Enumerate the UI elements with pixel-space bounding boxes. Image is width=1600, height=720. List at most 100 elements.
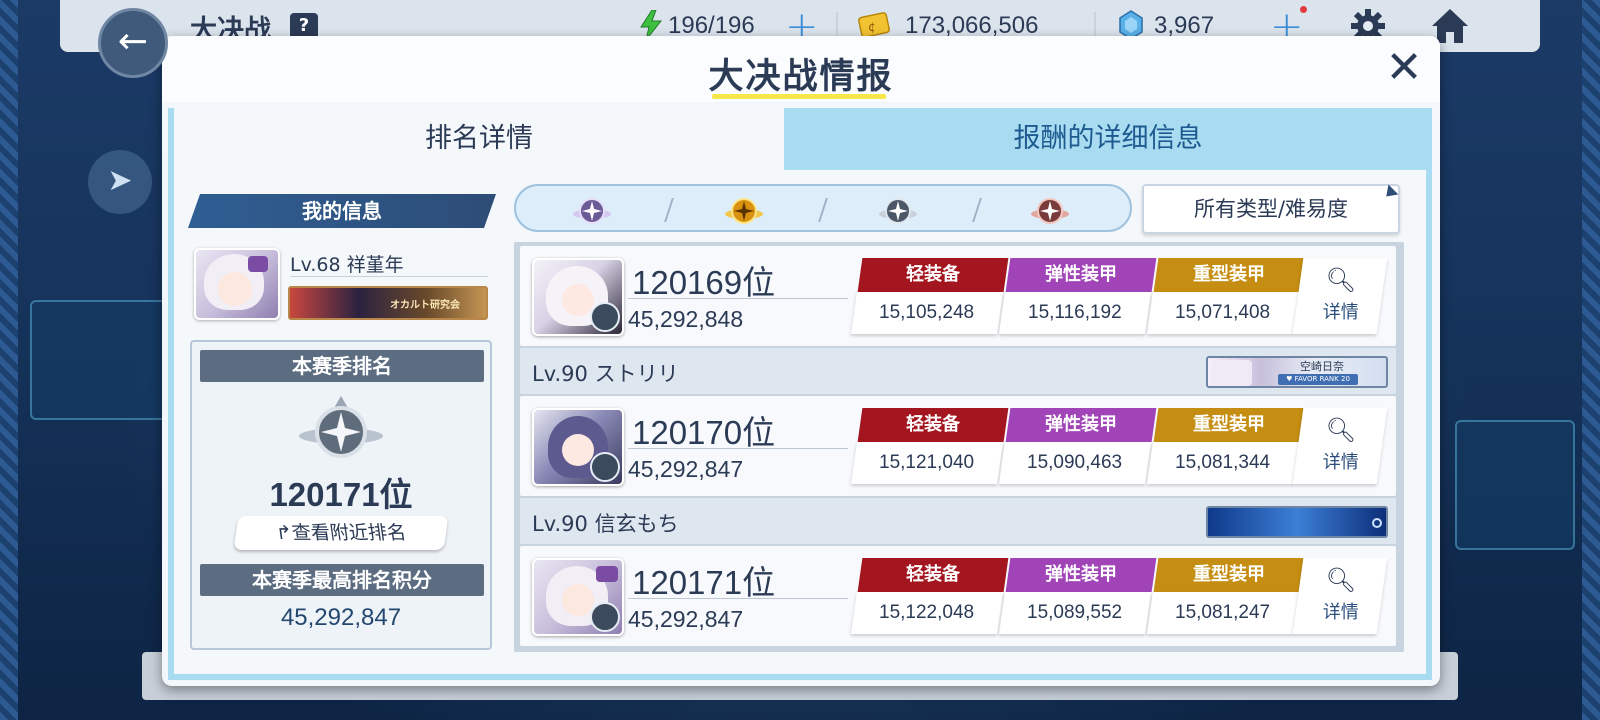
elastic-armor-tag: 弹性装甲 <box>1005 408 1157 442</box>
background-stripe <box>0 0 18 720</box>
light-armor-score: 轻装备 15,121,040 <box>851 408 1009 484</box>
platinum-emblem-icon[interactable] <box>572 192 612 228</box>
favor-banner: 空崎日奈 ♥ FAVOR RANK 20 <box>1206 356 1388 388</box>
dropdown-arrow-icon <box>1381 184 1399 202</box>
detail-label: 详情 <box>1322 452 1359 473</box>
rank-position: 120169位 <box>632 264 776 301</box>
detail-button[interactable]: 🔍︎ 详情 <box>1292 558 1388 634</box>
light-armor-score: 轻装备 15,105,248 <box>851 258 1009 334</box>
divider <box>818 198 828 222</box>
detail-label: 详情 <box>1322 602 1359 623</box>
dialog-header: 大决战情报 ✕ <box>162 36 1440 102</box>
search-icon: 🔍︎ <box>1325 566 1356 594</box>
light-armor-tag: 轻装备 <box>857 258 1009 292</box>
heavy-armor-score: 重型装甲 15,081,247 <box>1147 558 1305 634</box>
ranking-card: 120169位 45,292,848 轻装备 15,105,248 弹性装甲 1… <box>520 246 1396 346</box>
elastic-armor-value: 15,090,463 <box>999 442 1151 484</box>
avatar[interactable] <box>532 408 624 486</box>
banner-character-name: 空崎日奈 <box>1300 360 1344 373</box>
player-level-name: Lv.90 ストリリ <box>532 362 679 386</box>
light-armor-score: 轻装备 15,122,048 <box>851 558 1009 634</box>
avatar-face <box>218 272 252 306</box>
gold-emblem-icon[interactable] <box>724 192 764 228</box>
divider <box>628 448 848 449</box>
tab-ranking-details[interactable]: 排名详情 <box>174 108 784 170</box>
nearby-button-label: 查看附近排名 <box>290 522 408 544</box>
light-armor-value: 15,122,048 <box>851 592 1003 634</box>
heavy-armor-tag: 重型装甲 <box>1153 258 1305 292</box>
rank-score: 45,292,848 <box>628 306 744 332</box>
ranking-panel: 我的信息 Lv.68 祥堇年 オカルト研究会 本赛季排名 120171位 ↱查看… <box>174 170 1426 674</box>
svg-text:¢: ¢ <box>868 20 876 34</box>
send-icon[interactable]: ➤ <box>88 150 152 214</box>
avatar[interactable] <box>532 258 624 336</box>
detail-button[interactable]: 🔍︎ 详情 <box>1292 408 1388 484</box>
title-underline <box>712 94 886 99</box>
background-stripe <box>1582 0 1600 720</box>
player-info-row: Lv.90 信玄もち <box>520 498 1396 544</box>
elastic-armor-tag: 弹性装甲 <box>1005 258 1157 292</box>
tab-reward-details[interactable]: 报酬的详细信息 <box>784 108 1432 170</box>
detail-button[interactable]: 🔍︎ 详情 <box>1292 258 1388 334</box>
elastic-armor-value: 15,089,552 <box>999 592 1151 634</box>
banner-emblem-icon <box>1372 518 1382 528</box>
divider <box>628 598 848 599</box>
divider <box>664 198 674 222</box>
heavy-armor-score: 重型装甲 15,071,408 <box>1147 258 1305 334</box>
ranking-card: 120171位 45,292,847 轻装备 15,122,048 弹性装甲 1… <box>520 546 1396 646</box>
player-info-row: Lv.90 ストリリ 空崎日奈 ♥ FAVOR RANK 20 <box>520 348 1396 394</box>
player-level-name: Lv.90 信玄もち <box>532 512 679 536</box>
emblem-badge-icon <box>590 452 620 482</box>
rank-tier-filter <box>514 184 1132 232</box>
season-rank-box: 本赛季排名 120171位 ↱ 查看附近排名 本赛季最高排名积分 45,292,… <box>190 340 492 650</box>
detail-label: 详情 <box>1322 302 1359 323</box>
light-armor-tag: 轻装备 <box>857 558 1009 592</box>
emblem-badge-icon <box>590 602 620 632</box>
avatar-face <box>562 584 594 616</box>
back-button[interactable]: ← <box>98 8 168 78</box>
avatar-accessory <box>596 566 618 582</box>
search-icon: 🔍︎ <box>1325 266 1356 294</box>
avatar[interactable] <box>194 248 280 320</box>
view-nearby-ranking-button[interactable]: ↱ 查看附近排名 <box>233 516 449 550</box>
dialog-body: 排名详情 报酬的详细信息 我的信息 Lv.68 祥堇年 オカルト研究会 本赛季排… <box>168 108 1432 680</box>
light-armor-value: 15,105,248 <box>851 292 1003 334</box>
season-rank-value: 120171位 <box>269 476 413 513</box>
notification-dot <box>1300 6 1307 13</box>
background-console <box>1455 420 1575 550</box>
my-info-header: 我的信息 <box>188 194 496 228</box>
divider <box>972 198 982 222</box>
light-armor-tag: 轻装备 <box>857 408 1009 442</box>
elastic-armor-score: 弹性装甲 15,089,552 <box>999 558 1157 634</box>
profile-banner <box>1206 506 1388 538</box>
silver-emblem-icon[interactable] <box>878 192 918 228</box>
avatar[interactable] <box>532 558 624 636</box>
rank-position: 120170位 <box>632 414 776 451</box>
heavy-armor-score: 重型装甲 15,081,344 <box>1147 408 1305 484</box>
favor-rank-label: ♥ FAVOR RANK 20 <box>1278 374 1358 385</box>
rank-score: 45,292,847 <box>628 456 744 482</box>
type-difficulty-dropdown[interactable]: 所有类型/难易度 <box>1142 184 1400 234</box>
my-level-name: Lv.68 祥堇年 <box>290 254 404 276</box>
avatar-face <box>562 284 594 316</box>
best-score-label: 本赛季最高排名积分 <box>200 564 484 596</box>
heavy-armor-value: 15,081,344 <box>1147 442 1299 484</box>
elastic-armor-score: 弹性装甲 15,090,463 <box>999 408 1157 484</box>
heavy-armor-tag: 重型装甲 <box>1153 558 1305 592</box>
close-button[interactable]: ✕ <box>1382 46 1426 92</box>
elastic-armor-tag: 弹性装甲 <box>1005 558 1157 592</box>
divider <box>628 298 848 299</box>
divider <box>290 276 488 277</box>
banner-character <box>1212 360 1252 386</box>
search-icon: 🔍︎ <box>1325 416 1356 444</box>
banner-text: オカルト研究会 <box>390 300 460 311</box>
dialog-title: 大决战情报 <box>708 57 894 97</box>
elastic-armor-score: 弹性装甲 15,116,192 <box>999 258 1157 334</box>
bronze-emblem-icon[interactable] <box>1030 192 1070 228</box>
background-console <box>30 300 170 420</box>
ranking-card: 120170位 45,292,847 轻装备 15,121,040 弹性装甲 1… <box>520 396 1396 496</box>
ranking-list[interactable]: 120169位 45,292,848 轻装备 15,105,248 弹性装甲 1… <box>514 242 1404 652</box>
silver-rank-emblem-icon <box>299 396 383 458</box>
best-score-value: 45,292,847 <box>280 604 402 631</box>
avatar-accessory <box>248 256 268 272</box>
